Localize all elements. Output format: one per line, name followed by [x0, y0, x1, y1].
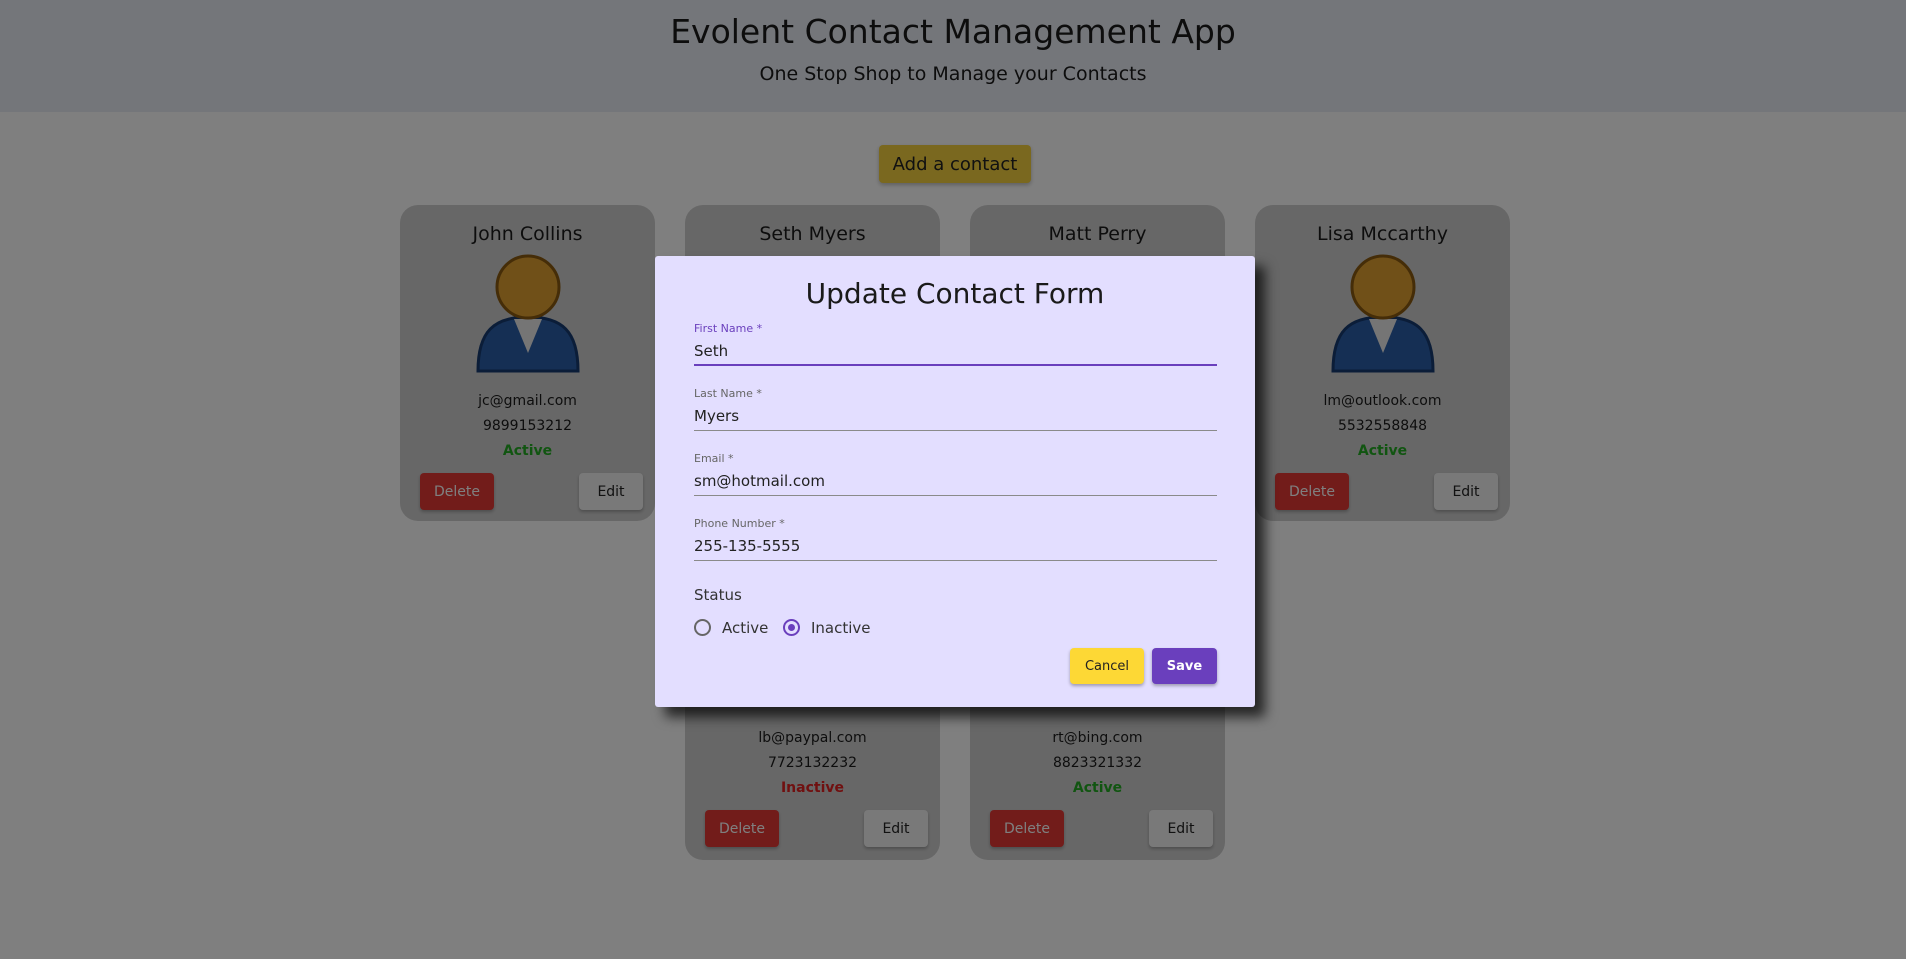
radio-checked-icon[interactable] [783, 619, 800, 636]
radio-label-active: Active [722, 619, 769, 637]
update-contact-dialog: Update Contact Form First Name * Last Na… [655, 256, 1255, 707]
dialog-title: Update Contact Form [805, 277, 1105, 310]
status-label: Status [694, 586, 742, 604]
last-name-field[interactable]: Last Name * [694, 387, 1217, 435]
first-name-input[interactable] [694, 339, 1217, 363]
phone-number-field[interactable]: Phone Number * [694, 517, 1217, 565]
last-name-input[interactable] [694, 404, 1217, 428]
last-name-underline [694, 430, 1217, 431]
phone-number-label: Phone Number * [694, 517, 785, 530]
cancel-button[interactable]: Cancel [1070, 648, 1144, 684]
first-name-field[interactable]: First Name * [694, 322, 1217, 370]
first-name-label: First Name * [694, 322, 763, 335]
phone-number-underline [694, 560, 1217, 561]
save-button[interactable]: Save [1152, 648, 1217, 684]
email-label: Email * [694, 452, 734, 465]
email-input[interactable] [694, 469, 1217, 493]
first-name-underline [694, 364, 1217, 366]
radio-unchecked-icon[interactable] [694, 619, 711, 636]
status-radio-active[interactable]: Active [694, 616, 774, 642]
email-field[interactable]: Email * [694, 452, 1217, 500]
phone-number-input[interactable] [694, 534, 1217, 558]
email-underline [694, 495, 1217, 496]
status-radio-inactive[interactable]: Inactive [783, 616, 883, 642]
last-name-label: Last Name * [694, 387, 762, 400]
status-radio-group: Active Inactive [694, 616, 994, 642]
radio-label-inactive: Inactive [811, 619, 871, 637]
